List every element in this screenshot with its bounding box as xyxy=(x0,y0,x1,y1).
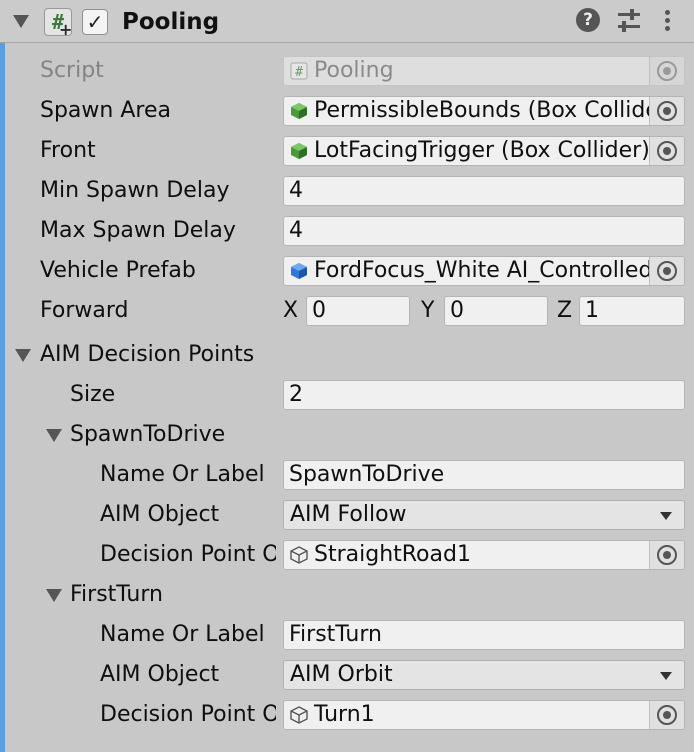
forward-row: Forward X 0 Y 0 Z 1 xyxy=(0,291,694,331)
script-row: Script # Pooling xyxy=(0,51,694,91)
max-spawn-delay-label[interactable]: Max Spawn Delay xyxy=(40,211,236,251)
decision-point-object-field[interactable]: Turn1 xyxy=(283,700,685,730)
forward-y-input[interactable]: 0 xyxy=(444,296,548,326)
element-foldout-spawntodrive[interactable]: SpawnToDrive xyxy=(0,415,694,455)
decision-point-picker-button[interactable] xyxy=(649,541,684,569)
script-file-icon: # xyxy=(290,62,308,80)
spawn-area-row: Spawn Area PermissibleBounds (Box Collid… xyxy=(0,91,694,131)
vehicle-prefab-value: FordFocus_White AI_Controlled xyxy=(314,258,653,283)
decision-point-object-row: Decision Point Object Turn1 xyxy=(0,695,694,735)
max-spawn-delay-row: Max Spawn Delay 4 xyxy=(0,211,694,251)
vehicle-prefab-field[interactable]: FordFocus_White AI_Controlled xyxy=(283,256,685,286)
gameobject-cube-icon xyxy=(290,546,308,564)
decision-point-object-label: Decision Point Object xyxy=(100,702,276,727)
box-collider-icon xyxy=(291,103,307,119)
aim-object-row: AIM Object AIM Follow xyxy=(0,495,694,535)
name-or-label-input[interactable]: SpawnToDrive xyxy=(283,460,685,490)
aim-object-row: AIM Object AIM Orbit xyxy=(0,655,694,695)
box-collider-icon xyxy=(291,143,307,159)
script-field: # Pooling xyxy=(283,56,685,86)
aim-object-label: AIM Object xyxy=(100,662,220,687)
prefab-icon xyxy=(291,263,307,279)
aim-object-dropdown[interactable]: AIM Orbit xyxy=(283,660,685,690)
decision-point-object-row: Decision Point Object StraightRoad1 xyxy=(0,535,694,575)
component-title: Pooling xyxy=(122,9,220,35)
forward-z-label[interactable]: Z xyxy=(557,291,572,331)
element-foldout-firstturn[interactable]: FirstTurn xyxy=(0,575,694,615)
front-picker-button[interactable] xyxy=(649,137,684,165)
script-picker-button xyxy=(649,57,684,85)
aim-decision-points-foldout[interactable]: AIM Decision Points xyxy=(0,335,694,375)
component-foldout-arrow-icon[interactable] xyxy=(13,15,29,28)
forward-y-label[interactable]: Y xyxy=(421,291,434,331)
decision-point-object-value: Turn1 xyxy=(314,702,375,727)
script-add-badge-icon: + xyxy=(59,20,73,39)
size-row: Size 2 xyxy=(0,375,694,415)
front-label: Front xyxy=(40,138,96,163)
name-or-label-label: Name Or Label xyxy=(100,622,265,647)
forward-x-label[interactable]: X xyxy=(283,291,298,331)
forward-z-input[interactable]: 1 xyxy=(579,296,685,326)
size-input[interactable]: 2 xyxy=(283,380,685,410)
dropdown-caret-icon xyxy=(660,672,672,680)
element-title[interactable]: FirstTurn xyxy=(70,575,163,615)
component-menu-kebab-icon[interactable] xyxy=(660,8,686,34)
name-or-label-input[interactable]: FirstTurn xyxy=(283,620,685,650)
element-title[interactable]: SpawnToDrive xyxy=(70,415,225,455)
svg-text:#: # xyxy=(295,65,303,80)
aim-object-selected-value: AIM Follow xyxy=(290,502,407,527)
inspector-panel: # + ✓ Pooling ? Script # Pooling Spawn A… xyxy=(0,0,694,752)
vehicle-prefab-picker-button[interactable] xyxy=(649,257,684,285)
front-row: Front LotFacingTrigger (Box Collider) xyxy=(0,131,694,171)
spawn-area-label: Spawn Area xyxy=(40,98,171,123)
decision-point-object-field[interactable]: StraightRoad1 xyxy=(283,540,685,570)
name-or-label-row: Name Or Label FirstTurn xyxy=(0,615,694,655)
element-foldout-arrow-icon[interactable] xyxy=(46,429,62,442)
aim-object-selected-value: AIM Orbit xyxy=(290,662,393,687)
decision-point-object-label: Decision Point Object xyxy=(100,542,276,567)
component-header[interactable]: # + ✓ Pooling ? xyxy=(0,0,694,43)
decision-point-object-value: StraightRoad1 xyxy=(314,542,471,567)
vehicle-prefab-label: Vehicle Prefab xyxy=(40,258,196,283)
component-enabled-checkbox[interactable]: ✓ xyxy=(82,9,108,35)
min-spawn-delay-row: Min Spawn Delay 4 xyxy=(0,171,694,211)
element-foldout-arrow-icon[interactable] xyxy=(46,589,62,602)
name-or-label-row: Name Or Label SpawnToDrive xyxy=(0,455,694,495)
aim-object-label: AIM Object xyxy=(100,502,220,527)
min-spawn-delay-input[interactable]: 4 xyxy=(283,176,685,206)
aim-object-dropdown[interactable]: AIM Follow xyxy=(283,500,685,530)
dropdown-caret-icon xyxy=(660,512,672,520)
name-or-label-label: Name Or Label xyxy=(100,462,265,487)
decision-point-picker-button[interactable] xyxy=(649,701,684,729)
script-value: Pooling xyxy=(314,58,394,83)
spawn-area-value: PermissibleBounds (Box Collider) xyxy=(314,98,677,123)
presets-sliders-icon[interactable] xyxy=(616,8,642,34)
forward-label: Forward xyxy=(40,298,129,323)
forward-x-input[interactable]: 0 xyxy=(306,296,410,326)
front-field[interactable]: LotFacingTrigger (Box Collider) xyxy=(283,136,685,166)
aim-decision-points-arrow-icon[interactable] xyxy=(15,349,31,362)
vehicle-prefab-row: Vehicle Prefab FordFocus_White AI_Contro… xyxy=(0,251,694,291)
help-icon[interactable]: ? xyxy=(576,8,600,32)
front-value: LotFacingTrigger (Box Collider) xyxy=(314,138,650,163)
max-spawn-delay-input[interactable]: 4 xyxy=(283,216,685,246)
aim-decision-points-label[interactable]: AIM Decision Points xyxy=(40,335,254,375)
min-spawn-delay-label[interactable]: Min Spawn Delay xyxy=(40,171,229,211)
spawn-area-picker-button[interactable] xyxy=(649,97,684,125)
script-label: Script xyxy=(40,58,104,83)
gameobject-cube-icon xyxy=(290,706,308,724)
spawn-area-field[interactable]: PermissibleBounds (Box Collider) xyxy=(283,96,685,126)
size-label: Size xyxy=(70,382,116,407)
